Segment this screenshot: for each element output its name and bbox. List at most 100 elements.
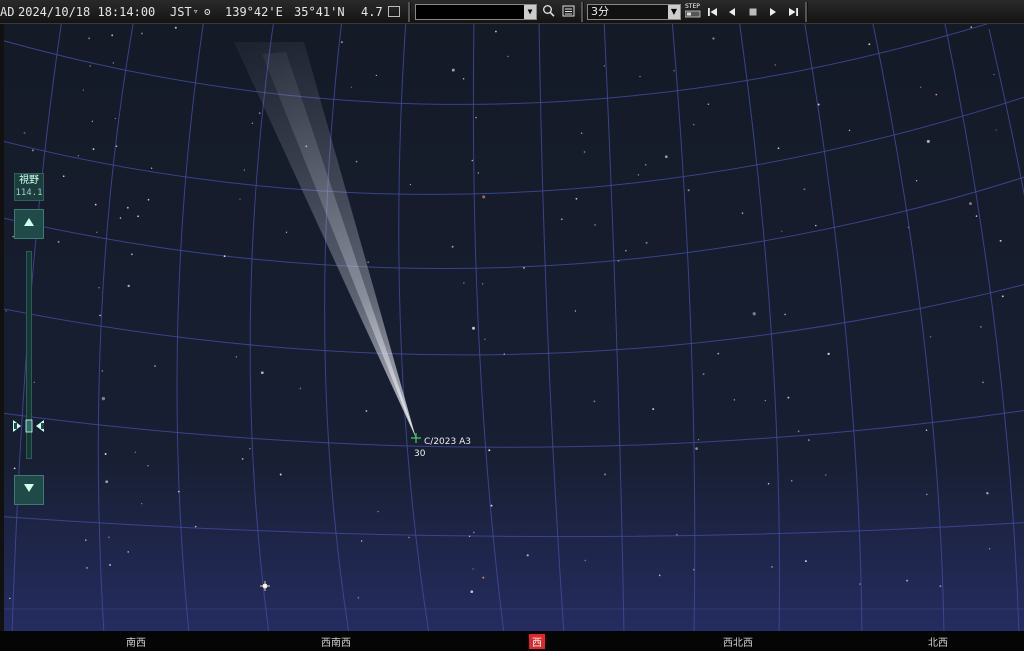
star	[560, 218, 563, 221]
star	[807, 439, 810, 441]
star	[105, 480, 109, 484]
star	[764, 399, 766, 402]
star	[101, 396, 106, 401]
star	[119, 217, 122, 219]
skip-forward-icon[interactable]	[785, 4, 801, 20]
star	[279, 473, 282, 476]
search-icon[interactable]	[542, 3, 556, 19]
star	[767, 482, 770, 485]
star	[926, 139, 930, 143]
star	[644, 163, 647, 166]
star	[62, 175, 65, 178]
star	[986, 491, 989, 495]
toolbar-divider	[581, 2, 584, 22]
sky-canvas[interactable]: C/2023 A3 30	[4, 24, 1024, 632]
zoom-out-button[interactable]	[14, 209, 44, 239]
direction-west-southwest[interactable]: 西南西	[321, 634, 351, 649]
star	[584, 559, 586, 562]
step-icon[interactable]: STEP	[684, 3, 701, 19]
now-button[interactable]: ʘ	[204, 5, 211, 19]
star	[355, 160, 358, 163]
star	[109, 563, 111, 566]
star	[33, 381, 35, 383]
latitude-display[interactable]: 35°41'N	[294, 5, 345, 19]
star	[507, 55, 509, 58]
star	[999, 239, 1002, 242]
sky-view[interactable]: C/2023 A3 30	[4, 24, 1024, 632]
star	[9, 597, 11, 600]
step-icon-label: STEP	[685, 3, 700, 10]
star	[154, 365, 156, 367]
star	[712, 37, 715, 40]
star	[815, 224, 817, 227]
fov-slider-handle[interactable]	[13, 418, 45, 433]
star	[451, 68, 455, 72]
star	[94, 203, 97, 206]
star	[523, 266, 525, 269]
star	[140, 32, 143, 35]
longitude-display[interactable]: 139°42'E	[225, 5, 283, 19]
timezone-dropdown-icon[interactable]: ▿	[193, 5, 198, 19]
star	[249, 447, 251, 450]
star	[223, 255, 226, 258]
star	[995, 129, 997, 131]
star	[915, 180, 918, 182]
star	[673, 70, 675, 72]
star	[593, 400, 596, 403]
comet-name-label[interactable]: C/2023 A3	[424, 437, 471, 447]
search-input[interactable]: ▼	[415, 4, 537, 20]
star	[463, 282, 465, 284]
star	[980, 326, 982, 328]
datetime-display[interactable]: 2024/10/18 18:14:00	[18, 5, 155, 19]
star	[594, 224, 596, 226]
star	[98, 287, 100, 289]
star	[687, 189, 690, 192]
star	[350, 86, 353, 88]
star	[692, 568, 695, 571]
star	[127, 284, 130, 288]
star	[375, 74, 377, 76]
star	[770, 565, 773, 568]
star	[477, 172, 479, 174]
sky-background	[4, 24, 1024, 632]
direction-west[interactable]: 西	[529, 634, 545, 649]
star	[299, 387, 302, 390]
list-icon[interactable]	[562, 3, 576, 19]
magnitude-display[interactable]: 4.7	[361, 5, 383, 19]
star	[988, 548, 991, 550]
comet-altitude-label: 30	[414, 449, 426, 459]
search-dropdown-icon[interactable]: ▼	[524, 5, 536, 19]
fov-value: 114.1	[15, 188, 43, 198]
star	[82, 89, 85, 91]
direction-southwest[interactable]: 南西	[126, 634, 146, 649]
timezone-label[interactable]: JST	[170, 5, 192, 19]
stop-icon[interactable]	[745, 4, 761, 20]
star	[468, 535, 471, 538]
zoom-in-button[interactable]	[14, 475, 44, 505]
direction-northwest[interactable]: 北西	[928, 634, 948, 649]
screen-settings-icon[interactable]	[388, 6, 400, 17]
fov-name: 視野	[19, 175, 39, 186]
step-forward-icon[interactable]	[765, 4, 781, 20]
star	[472, 326, 475, 330]
star	[490, 504, 493, 507]
star	[652, 408, 655, 411]
star	[939, 585, 942, 588]
star	[982, 381, 984, 384]
direction-west-northwest[interactable]: 西北西	[723, 634, 753, 649]
step-back-icon[interactable]	[724, 4, 740, 20]
star	[31, 149, 34, 152]
star	[827, 352, 830, 356]
star	[664, 155, 668, 159]
star	[96, 231, 98, 233]
star	[99, 314, 101, 317]
step-dropdown-icon[interactable]: ▼	[668, 5, 680, 19]
step-select[interactable]: 3分 ▼	[587, 4, 681, 20]
star	[111, 34, 114, 37]
star	[580, 132, 583, 134]
star	[115, 145, 118, 148]
skip-back-icon[interactable]	[705, 4, 721, 20]
star	[733, 399, 736, 401]
star	[526, 554, 529, 557]
star	[603, 65, 605, 67]
